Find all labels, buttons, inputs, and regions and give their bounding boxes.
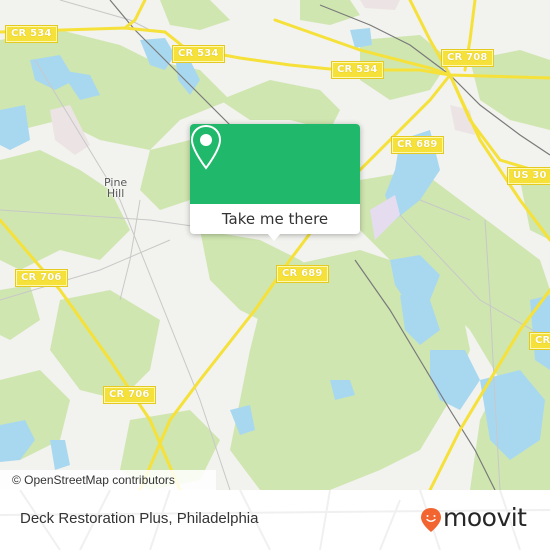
location-popup: Take me there	[190, 124, 360, 241]
road-shield-cr-534: CR 534	[331, 61, 384, 79]
map[interactable]: CR 534 CR 534 CR 534 CR 708 CR 689 US 30…	[0, 0, 550, 490]
road-shield-cr-708: CR 708	[441, 49, 494, 67]
road-shield-cr-534: CR 534	[5, 25, 58, 43]
place-label-pine-hill: Pine Hill	[104, 177, 127, 199]
map-attribution[interactable]: © OpenStreetMap contributors	[0, 470, 216, 490]
map-pin-icon	[190, 124, 222, 170]
road-shield-cr-534: CR 534	[172, 45, 225, 63]
place-label-line: Hill	[106, 187, 125, 200]
footer: Deck Restoration Plus, Philadelphia moov…	[0, 490, 550, 550]
moovit-pin-icon	[421, 508, 441, 532]
moovit-logo[interactable]: moovit	[420, 503, 545, 535]
place-title: Deck Restoration Plus, Philadelphia	[20, 510, 259, 527]
road-shield-cr: CR	[528, 332, 550, 350]
road-shield-cr-706: CR 706	[15, 269, 68, 287]
road-shield-cr-706: CR 706	[103, 386, 156, 404]
map-canvas	[0, 0, 550, 490]
road-shield-cr-689: CR 689	[276, 265, 329, 283]
road-shield-us-30: US 30	[507, 167, 550, 185]
moovit-logo-text: moovit	[443, 503, 527, 532]
road-shield-cr-689: CR 689	[391, 136, 444, 154]
popup-tail	[267, 233, 281, 241]
popup-header	[190, 124, 360, 204]
take-me-there-button[interactable]: Take me there	[190, 204, 360, 234]
